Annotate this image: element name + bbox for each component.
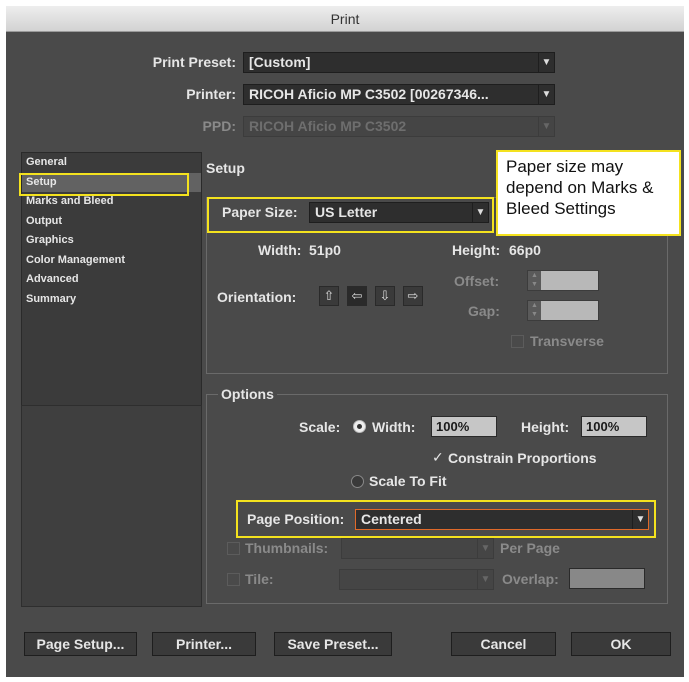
chevron-down-icon: ▼ [538,53,554,72]
reverse-portrait-orientation-icon[interactable]: ⇩ [375,286,395,306]
printer-value: RICOH Aficio MP C3502 [00267346... [249,86,489,102]
sidebar-item-color-management[interactable]: Color Management [22,251,201,271]
stepper-arrows-icon: ▲ ▼ [528,271,541,290]
scale-width-input[interactable]: 100% [431,416,497,437]
tile-checkbox [227,573,240,586]
paper-size-callout: Paper size may depend on Marks & Bleed S… [496,150,681,236]
ppd-select: RICOH Aficio MP C3502 ▼ [243,116,555,137]
scale-label: Scale: [299,419,341,435]
chevron-down-icon: ▼ [477,570,493,589]
scale-height-label: Height: [521,419,570,435]
scale-height-input[interactable]: 100% [581,416,647,437]
printer-select[interactable]: RICOH Aficio MP C3502 [00267346... ▼ [243,84,555,105]
constrain-proportions-checkbox[interactable]: ✓ [432,450,445,464]
chevron-down-icon: ▼ [477,539,493,558]
window-title: Print [6,6,684,32]
overlap-label: Overlap: [502,571,559,587]
setup-highlight [19,173,189,196]
width-value: 51p0 [309,242,341,258]
width-label: Width: [258,242,302,258]
dialog-body: Print Preset: [Custom] ▼ Printer: RICOH … [6,32,684,677]
ppd-value: RICOH Aficio MP C3502 [249,118,407,134]
sidebar-item-general[interactable]: General [22,153,201,173]
offset-stepper: ▲ ▼ [527,270,599,291]
ok-button[interactable]: OK [571,632,671,656]
orientation-label: Orientation: [217,289,297,305]
cancel-button[interactable]: Cancel [451,632,556,656]
landscape-orientation-icon[interactable]: ⇦ [347,286,367,306]
height-value: 66p0 [509,242,541,258]
thumbnails-label: Thumbnails: [245,540,329,556]
printer-label: Printer: [186,86,236,102]
scale-width-radio[interactable] [353,420,366,433]
tile-select: ▼ [339,569,494,590]
ppd-label: PPD: [202,118,236,134]
chevron-down-icon: ▼ [538,85,554,104]
per-page-label: Per Page [500,540,560,556]
print-preset-value: [Custom] [249,54,311,70]
stepper-arrows-icon: ▲ ▼ [528,301,541,320]
thumbnails-checkbox [227,542,240,555]
height-label: Height: [452,242,501,258]
sidebar-item-output[interactable]: Output [22,212,201,232]
chevron-down-icon: ▼ [538,117,554,136]
print-preset-select[interactable]: [Custom] ▼ [243,52,555,73]
gap-stepper: ▲ ▼ [527,300,599,321]
sidebar-item-graphics[interactable]: Graphics [22,231,201,251]
sidebar-item-advanced[interactable]: Advanced [22,270,201,290]
save-preset-button[interactable]: Save Preset... [274,632,392,656]
page-preview [21,405,202,607]
thumbnails-select: ▼ [341,538,494,559]
printer-button[interactable]: Printer... [152,632,256,656]
transverse-checkbox [511,335,524,348]
tile-label: Tile: [245,571,274,587]
options-section-title: Options [218,386,277,402]
paper-size-highlight [207,197,494,233]
setup-section-title: Setup [206,160,245,176]
transverse-label: Transverse [530,333,604,349]
constrain-proportions-label: Constrain Proportions [448,450,597,466]
page-position-highlight [236,500,656,538]
overlap-input [569,568,645,589]
scale-width-label: Width: [372,419,416,435]
scale-to-fit-radio[interactable] [351,475,364,488]
scale-to-fit-label: Scale To Fit [369,473,447,489]
page-setup-button[interactable]: Page Setup... [24,632,137,656]
sidebar-item-summary[interactable]: Summary [22,290,201,310]
print-dialog: Print Print Preset: [Custom] ▼ Printer: … [0,0,689,682]
gap-label: Gap: [468,303,500,319]
portrait-orientation-icon[interactable]: ⇧ [319,286,339,306]
reverse-landscape-orientation-icon[interactable]: ⇨ [403,286,423,306]
offset-label: Offset: [454,273,500,289]
print-preset-label: Print Preset: [152,54,236,70]
